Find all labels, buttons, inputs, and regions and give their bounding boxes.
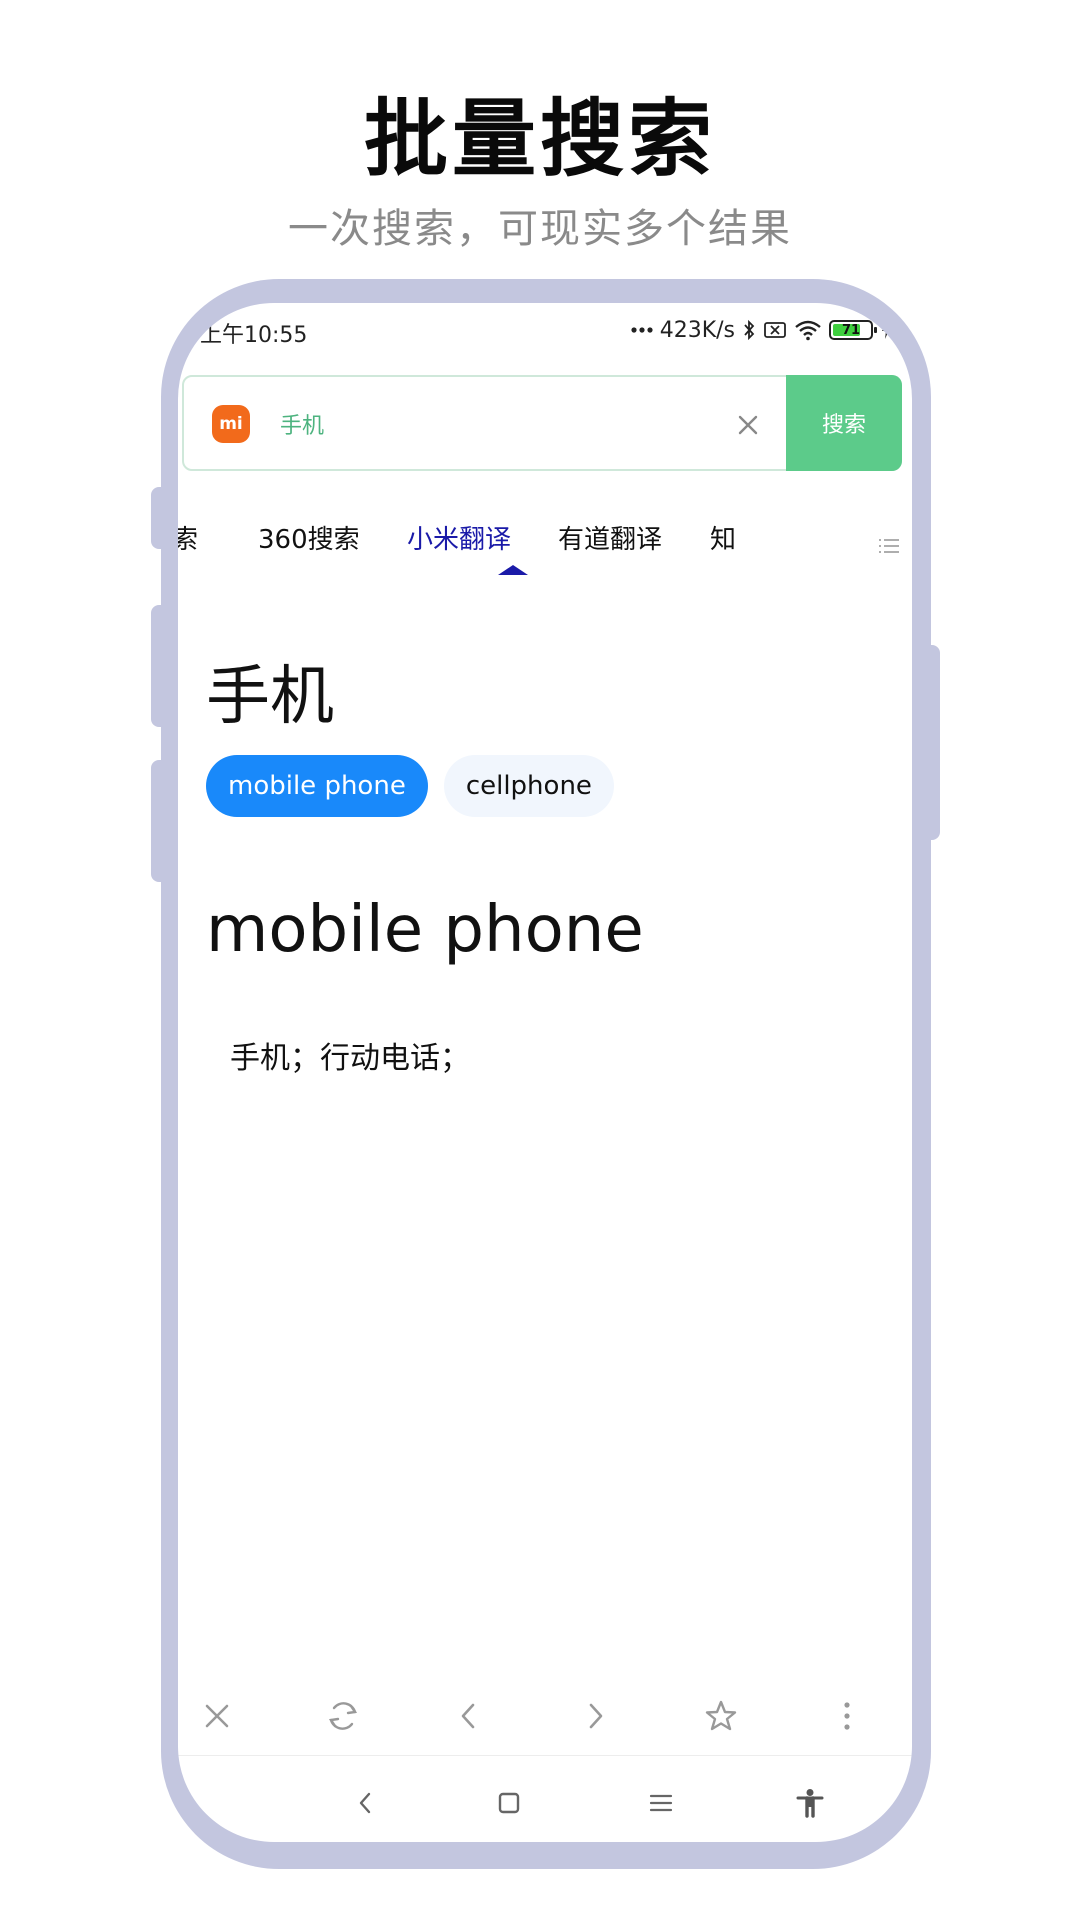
nav-back-icon	[359, 1792, 371, 1814]
search-button[interactable]: 搜索	[786, 375, 902, 471]
tab-youdao-translate[interactable]: 有道翻译	[558, 519, 662, 556]
wifi-icon	[795, 320, 821, 341]
status-time: 上午10:55	[200, 323, 308, 348]
chip-mobile-phone[interactable]: mobile phone	[206, 755, 428, 817]
clear-icon[interactable]	[734, 411, 762, 439]
network-speed: 423K/s	[659, 317, 735, 343]
close-icon	[205, 1704, 229, 1728]
tab-partial-left[interactable]: 索	[178, 519, 198, 556]
mi-logo-icon[interactable]: mi	[212, 405, 250, 443]
toolbar-bookmark-button[interactable]	[688, 1683, 754, 1749]
bluetooth-icon	[744, 319, 755, 341]
nav-home-button[interactable]	[479, 1773, 539, 1833]
more-dots-icon	[631, 327, 653, 333]
tab-partial-right[interactable]: 知	[710, 519, 736, 556]
refresh-icon	[328, 1702, 358, 1730]
promo-subline: 一次搜索，可现实多个结果	[288, 206, 792, 252]
result-meaning: 手机；行动电话；	[230, 1041, 470, 1076]
status-icons: 423K/s 71	[631, 315, 892, 345]
tabs-menu-icon[interactable]	[878, 537, 900, 555]
battery-level: 71	[841, 322, 861, 338]
chip-cellphone[interactable]: cellphone	[443, 755, 614, 817]
sim-off-icon	[764, 322, 786, 338]
toolbar-forward-button[interactable]	[562, 1683, 628, 1749]
charging-icon	[882, 321, 890, 339]
nav-home-icon	[498, 1792, 520, 1814]
back-icon	[461, 1703, 475, 1729]
toolbar-close-button[interactable]	[184, 1683, 250, 1749]
forward-icon	[589, 1703, 603, 1729]
toolbar-more-button[interactable]	[814, 1683, 880, 1749]
system-nav-bar	[178, 1773, 912, 1833]
nav-recents-button[interactable]	[631, 1773, 691, 1833]
accessibility-button[interactable]	[780, 1773, 840, 1833]
active-tab-indicator	[498, 565, 528, 575]
tab-mi-translate[interactable]: 小米翻译	[407, 519, 511, 556]
nav-recents-icon	[649, 1794, 673, 1812]
battery-icon: 71	[829, 320, 877, 340]
engine-tabs: 索 360搜索 小米翻译 有道翻译 知	[178, 507, 912, 587]
nav-back-button[interactable]	[336, 1773, 396, 1833]
tab-360-search[interactable]: 360搜索	[258, 519, 360, 556]
toolbar-divider	[178, 1755, 912, 1756]
promo-headline: 批量搜索	[363, 90, 716, 188]
search-input[interactable]	[280, 399, 720, 449]
accessibility-icon	[796, 1789, 824, 1818]
more-vertical-icon	[844, 1702, 850, 1730]
toolbar-refresh-button[interactable]	[310, 1683, 376, 1749]
status-bar: 上午10:55 423K/s 71	[178, 303, 912, 359]
browser-toolbar	[178, 1683, 912, 1749]
query-word: 手机	[206, 660, 334, 734]
phone-screen: 上午10:55 423K/s 71 mi 手机 搜索 索 360搜索 小米翻译 …	[178, 303, 912, 1842]
translation-chips: mobile phone cellphone	[206, 755, 614, 817]
star-icon	[705, 1700, 737, 1731]
promo-page: 批量搜索 一次搜索，可现实多个结果 上午10:55 423K/s 71 mi 手…	[0, 0, 1080, 1920]
result-heading: mobile phone	[206, 893, 644, 967]
search-box: mi 搜索	[182, 375, 902, 471]
toolbar-back-button[interactable]	[436, 1683, 502, 1749]
